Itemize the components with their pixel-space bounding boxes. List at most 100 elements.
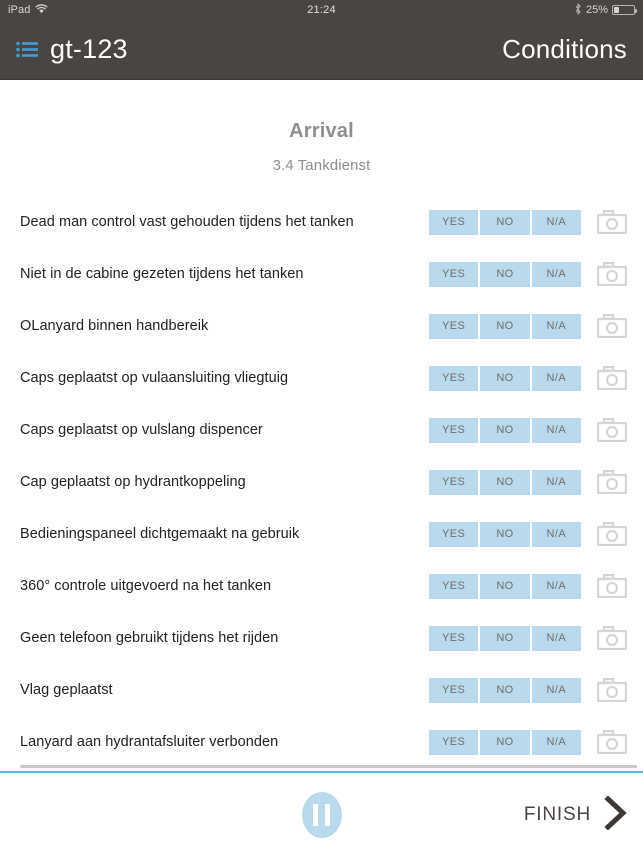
question-row: Vlag geplaatst YES NO N/A [0, 664, 643, 716]
camera-icon[interactable] [595, 573, 629, 599]
navbar: gt-123 Conditions [0, 20, 643, 80]
camera-icon[interactable] [595, 729, 629, 755]
camera-icon[interactable] [595, 261, 629, 287]
wifi-icon [35, 3, 48, 17]
navbar-left: gt-123 [16, 34, 128, 65]
answer-yes-button[interactable]: YES [429, 729, 481, 755]
answer-no-button[interactable]: NO [480, 313, 532, 339]
form-header: Arrival 3.4 Tankdienst [0, 80, 643, 174]
answer-yes-button[interactable]: YES [429, 209, 481, 235]
answer-yes-button[interactable]: YES [429, 365, 481, 391]
answer-segmented-control: YES NO N/A [429, 209, 581, 235]
answer-na-button[interactable]: N/A [531, 677, 581, 703]
answer-no-button[interactable]: NO [480, 677, 532, 703]
question-label: Caps geplaatst op vulaansluiting vliegtu… [20, 370, 289, 386]
status-bar-right: 25% [574, 2, 637, 18]
camera-icon[interactable] [595, 209, 629, 235]
bluetooth-icon [574, 2, 582, 18]
camera-icon[interactable] [595, 677, 629, 703]
answer-segmented-control: YES NO N/A [429, 521, 581, 547]
question-label: OLanyard binnen handbereik [20, 318, 209, 334]
answer-segmented-control: YES NO N/A [429, 365, 581, 391]
answer-na-button[interactable]: N/A [531, 729, 581, 755]
answer-na-button[interactable]: N/A [531, 209, 581, 235]
answer-no-button[interactable]: NO [480, 521, 532, 547]
question-label: Vlag geplaatst [20, 682, 113, 698]
page-title: Conditions [502, 34, 627, 64]
answer-no-button[interactable]: NO [480, 365, 532, 391]
camera-icon[interactable] [595, 365, 629, 391]
answer-no-button[interactable]: NO [480, 417, 532, 443]
answer-yes-button[interactable]: YES [429, 677, 481, 703]
answer-no-button[interactable]: NO [480, 209, 532, 235]
answer-na-button[interactable]: N/A [531, 417, 581, 443]
horizontal-scrollbar[interactable] [20, 765, 637, 768]
answer-yes-button[interactable]: YES [429, 417, 481, 443]
finish-button[interactable]: FINISH [523, 794, 629, 835]
question-label: Niet in de cabine gezeten tijdens het ta… [20, 266, 304, 282]
question-row: Geen telefoon gebruikt tijdens het rijde… [0, 612, 643, 664]
answer-na-button[interactable]: N/A [531, 261, 581, 287]
question-row: Dead man control vast gehouden tijdens h… [0, 196, 643, 248]
question-label: Bedieningspaneel dichtgemaakt na gebruik [20, 526, 300, 542]
camera-icon[interactable] [595, 417, 629, 443]
camera-icon[interactable] [595, 313, 629, 339]
answer-segmented-control: YES NO N/A [429, 313, 581, 339]
question-row: Bedieningspaneel dichtgemaakt na gebruik… [0, 508, 643, 560]
answer-na-button[interactable]: N/A [531, 625, 581, 651]
list-menu-icon[interactable] [16, 41, 38, 58]
answer-segmented-control: YES NO N/A [429, 573, 581, 599]
answer-na-button[interactable]: N/A [531, 469, 581, 495]
answer-no-button[interactable]: NO [480, 573, 532, 599]
answer-segmented-control: YES NO N/A [429, 417, 581, 443]
battery-icon [612, 5, 637, 15]
answer-yes-button[interactable]: YES [429, 261, 481, 287]
status-bar-left: iPad [8, 3, 48, 17]
answer-no-button[interactable]: NO [480, 625, 532, 651]
finish-label: FINISH [523, 804, 591, 825]
answer-yes-button[interactable]: YES [429, 521, 481, 547]
answer-segmented-control: YES NO N/A [429, 729, 581, 755]
answer-segmented-control: YES NO N/A [429, 469, 581, 495]
question-label: Lanyard aan hydrantafsluiter verbonden [20, 734, 279, 750]
question-label: Caps geplaatst op vulslang dispencer [20, 422, 263, 438]
vehicle-id: gt-123 [50, 34, 128, 64]
answer-na-button[interactable]: N/A [531, 573, 581, 599]
answer-no-button[interactable]: NO [480, 261, 532, 287]
question-label: Cap geplaatst op hydrantkoppeling [20, 474, 246, 490]
question-row: Caps geplaatst op vulaansluiting vliegtu… [0, 352, 643, 404]
answer-yes-button[interactable]: YES [429, 469, 481, 495]
question-row: Niet in de cabine gezeten tijdens het ta… [0, 248, 643, 300]
question-row: Cap geplaatst op hydrantkoppeling YES NO N/… [0, 456, 643, 508]
question-row: Caps geplaatst op vulslang dispencer YES N… [0, 404, 643, 456]
device-name: iPad [8, 4, 31, 16]
content-area: Arrival 3.4 Tankdienst Dead man control … [0, 80, 643, 771]
question-list: Dead man control vast gehouden tijdens h… [0, 196, 643, 768]
answer-no-button[interactable]: NO [480, 469, 532, 495]
camera-icon[interactable] [595, 469, 629, 495]
answer-segmented-control: YES NO N/A [429, 261, 581, 287]
question-label: 360° controle uitgevoerd na het tanken [20, 578, 272, 594]
answer-yes-button[interactable]: YES [429, 625, 481, 651]
status-bar: iPad 21:24 25% [0, 0, 643, 20]
question-row: OLanyard binnen handbereik YES NO N/A [0, 300, 643, 352]
form-subtitle: 3.4 Tankdienst [272, 157, 371, 174]
answer-na-button[interactable]: N/A [531, 313, 581, 339]
answer-na-button[interactable]: N/A [531, 365, 581, 391]
question-label: Dead man control vast gehouden tijdens h… [20, 214, 354, 230]
pause-button[interactable] [301, 792, 342, 838]
bottom-toolbar: FINISH [0, 771, 643, 857]
answer-no-button[interactable]: NO [480, 729, 532, 755]
pause-icon-bar-right [325, 804, 330, 826]
answer-yes-button[interactable]: YES [429, 573, 481, 599]
pause-icon-bar-left [313, 804, 318, 826]
camera-icon[interactable] [595, 521, 629, 547]
chevron-right-icon [603, 794, 629, 835]
camera-icon[interactable] [595, 625, 629, 651]
form-title: Arrival [289, 120, 354, 142]
question-label: Geen telefoon gebruikt tijdens het rijde… [20, 630, 279, 646]
app-root: iPad 21:24 25% gt-123 Conditions Arrival… [0, 0, 643, 857]
answer-na-button[interactable]: N/A [531, 521, 581, 547]
answer-yes-button[interactable]: YES [429, 313, 481, 339]
answer-segmented-control: YES NO N/A [429, 677, 581, 703]
